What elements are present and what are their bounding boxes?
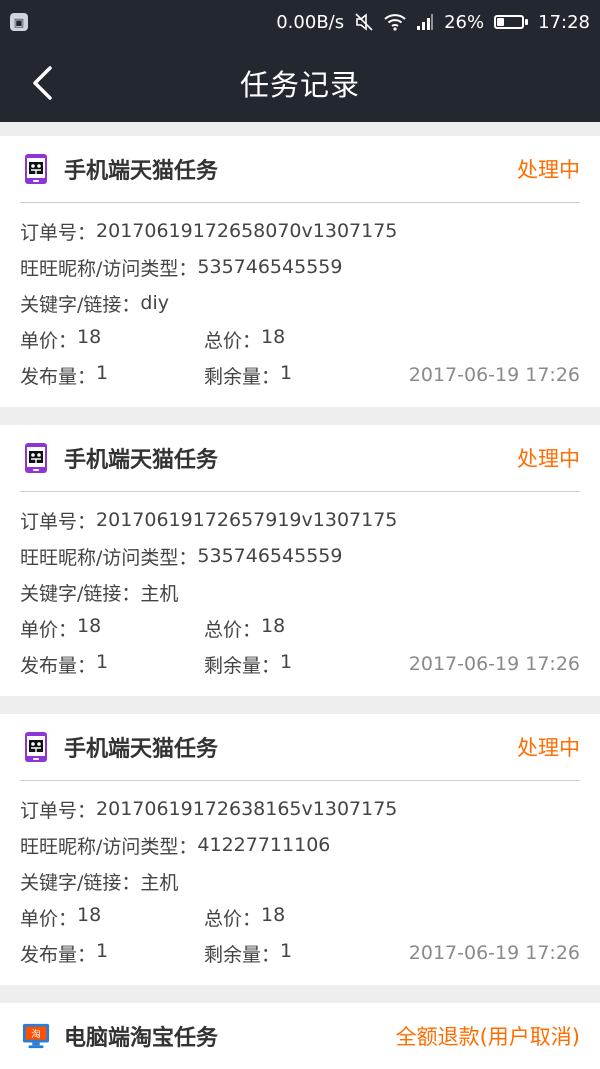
battery-percent: 26%: [444, 11, 485, 33]
task-details: 订单号： 20170619172657919v1307175 旺旺昵称/访问类型：…: [20, 492, 580, 696]
task-card[interactable]: 淘 电脑端淘宝任务 全额退款(用户取消): [0, 1003, 600, 1069]
task-status: 处理中: [517, 736, 580, 760]
clock: 17:28: [538, 11, 590, 33]
task-type: 手机端天猫任务: [64, 448, 219, 473]
task-card-header: 手机端天猫任务 处理中: [20, 136, 580, 203]
quantity-row: 发布量： 1 剩余量： 1 2017-06-19 17:26: [20, 646, 580, 682]
nav-bar: 任务记录: [0, 44, 600, 122]
wangwang-row: 旺旺昵称/访问类型： 535746545559: [20, 249, 580, 285]
tmall-mobile-icon: [25, 154, 47, 184]
unit-price-value: 18: [77, 614, 102, 637]
svg-text:淘: 淘: [31, 1028, 40, 1040]
unit-price-label: 单价：: [20, 618, 78, 641]
order-label: 订单号：: [20, 799, 97, 822]
task-card[interactable]: 手机端天猫任务 处理中 订单号： 20170619172638165v130717…: [0, 714, 600, 985]
remaining-value: 1: [280, 650, 293, 673]
task-status: 全额退款(用户取消): [395, 1025, 580, 1049]
task-card-header: 手机端天猫任务 处理中: [20, 425, 580, 492]
total-price-label: 总价：: [204, 618, 262, 641]
gallery-notification-icon: ▣: [10, 13, 28, 31]
task-status: 处理中: [517, 447, 580, 471]
wangwang-row: 旺旺昵称/访问类型： 41227711106: [20, 827, 580, 863]
task-details: 订单号： 20170619172638165v1307175 旺旺昵称/访问类型：…: [20, 781, 580, 985]
task-card-header: 手机端天猫任务 处理中: [20, 714, 580, 781]
price-row: 单价： 18 总价： 18: [20, 899, 580, 935]
task-card[interactable]: 手机端天猫任务 处理中 订单号： 20170619172657919v130717…: [0, 425, 600, 696]
total-price-value: 18: [261, 325, 286, 348]
keyword-label: 关键字/链接：: [20, 871, 141, 894]
taobao-pc-icon: 淘: [22, 1023, 50, 1049]
task-type: 电脑端淘宝任务: [64, 1026, 219, 1051]
battery-icon: [494, 15, 529, 29]
order-value: 20170619172638165v1307175: [96, 798, 398, 820]
order-row: 订单号： 20170619172658070v1307175: [20, 213, 580, 249]
quantity-row: 发布量： 1 剩余量： 1 2017-06-19 17:26: [20, 357, 580, 393]
order-value: 20170619172658070v1307175: [96, 220, 398, 242]
remaining-value: 1: [280, 939, 293, 962]
task-type: 手机端天猫任务: [64, 737, 219, 762]
total-price-value: 18: [261, 614, 286, 637]
publish-value: 1: [96, 361, 109, 384]
remaining-label: 剩余量：: [204, 365, 281, 388]
keyword-label: 关键字/链接：: [20, 293, 141, 316]
publish-label: 发布量：: [20, 654, 97, 677]
unit-price-value: 18: [77, 325, 102, 348]
status-bar: ▣ 0.00B/s 26% 17:28: [0, 0, 600, 44]
task-card-header: 淘 电脑端淘宝任务 全额退款(用户取消): [20, 1003, 580, 1069]
tmall-mobile-icon: [25, 732, 47, 762]
keyword-value: diy: [140, 292, 169, 314]
order-label: 订单号：: [20, 510, 97, 533]
network-speed: 0.00B/s: [276, 11, 345, 33]
keyword-row: 关键字/链接： diy: [20, 285, 580, 321]
publish-value: 1: [96, 939, 109, 962]
order-label: 订单号：: [20, 221, 97, 244]
total-price-label: 总价：: [204, 907, 262, 930]
back-button[interactable]: [22, 63, 62, 103]
order-row: 订单号： 20170619172638165v1307175: [20, 791, 580, 827]
task-card[interactable]: 手机端天猫任务 处理中 订单号： 20170619172658070v130717…: [0, 136, 600, 407]
wifi-icon: [384, 13, 406, 31]
wangwang-label: 旺旺昵称/访问类型：: [20, 257, 198, 280]
tmall-mobile-icon: [25, 443, 47, 473]
wangwang-value: 535746545559: [197, 545, 343, 567]
unit-price-label: 单价：: [20, 907, 78, 930]
publish-label: 发布量：: [20, 365, 97, 388]
wangwang-label: 旺旺昵称/访问类型：: [20, 546, 198, 569]
unit-price-value: 18: [77, 903, 102, 926]
order-row: 订单号： 20170619172657919v1307175: [20, 502, 580, 538]
wangwang-label: 旺旺昵称/访问类型：: [20, 835, 198, 858]
price-row: 单价： 18 总价： 18: [20, 610, 580, 646]
publish-label: 发布量：: [20, 943, 97, 966]
task-date: 2017-06-19 17:26: [408, 653, 580, 675]
mute-icon: [354, 12, 374, 32]
publish-value: 1: [96, 650, 109, 673]
keyword-label: 关键字/链接：: [20, 582, 141, 605]
total-price-label: 总价：: [204, 329, 262, 352]
wangwang-value: 535746545559: [197, 256, 343, 278]
page-title: 任务记录: [239, 68, 360, 102]
price-row: 单价： 18 总价： 18: [20, 321, 580, 357]
task-status: 处理中: [517, 158, 580, 182]
remaining-label: 剩余量：: [204, 654, 281, 677]
quantity-row: 发布量： 1 剩余量： 1 2017-06-19 17:26: [20, 935, 580, 971]
keyword-row: 关键字/链接： 主机: [20, 574, 580, 610]
chevron-left-icon: [33, 66, 52, 100]
wangwang-row: 旺旺昵称/访问类型： 535746545559: [20, 538, 580, 574]
task-list: 手机端天猫任务 处理中 订单号： 20170619172658070v130717…: [0, 122, 600, 1069]
remaining-label: 剩余量：: [204, 943, 281, 966]
wangwang-value: 41227711106: [197, 834, 331, 856]
keyword-row: 关键字/链接： 主机: [20, 863, 580, 899]
remaining-value: 1: [280, 361, 293, 384]
keyword-value: 主机: [140, 582, 179, 605]
keyword-value: 主机: [140, 871, 179, 894]
signal-icon: [416, 13, 434, 31]
task-date: 2017-06-19 17:26: [408, 942, 580, 964]
task-details: 订单号： 20170619172658070v1307175 旺旺昵称/访问类型：…: [20, 203, 580, 407]
order-value: 20170619172657919v1307175: [96, 509, 398, 531]
total-price-value: 18: [261, 903, 286, 926]
task-date: 2017-06-19 17:26: [408, 364, 580, 386]
task-type: 手机端天猫任务: [64, 159, 219, 184]
unit-price-label: 单价：: [20, 329, 78, 352]
